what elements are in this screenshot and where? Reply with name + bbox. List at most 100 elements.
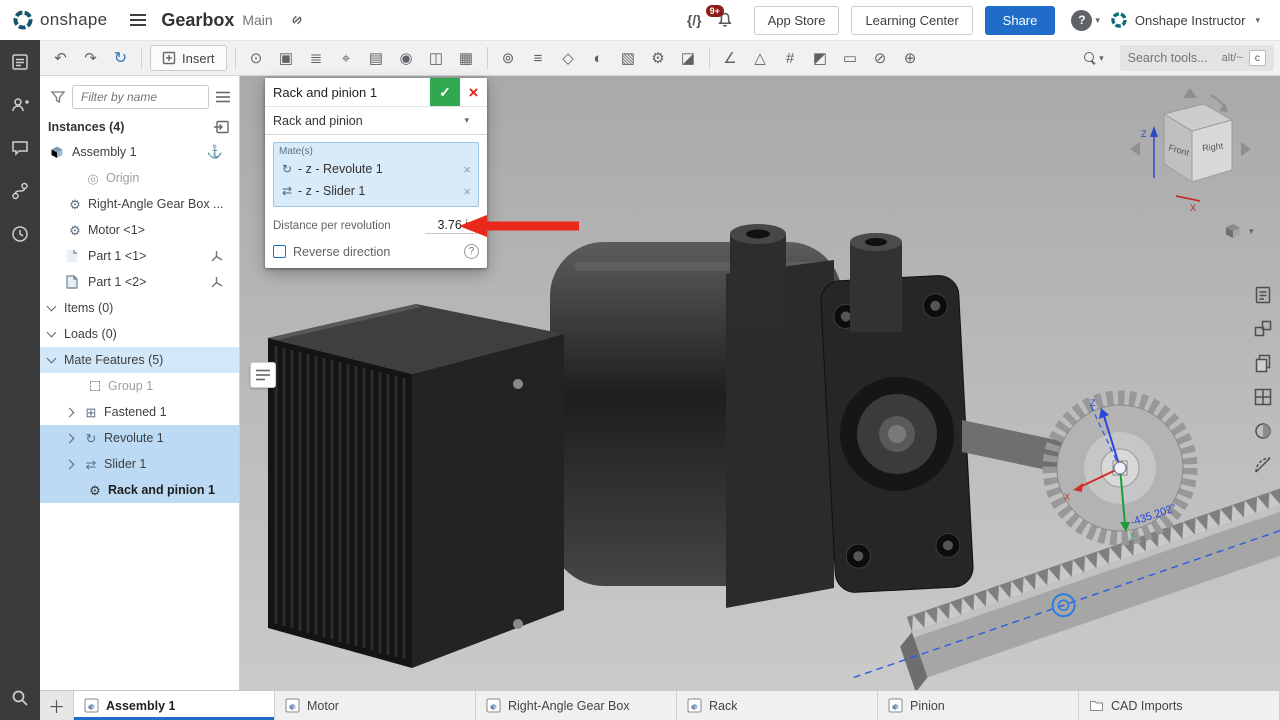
share-button[interactable]: Share bbox=[985, 6, 1056, 35]
view-cube[interactable]: Front Right Z X bbox=[1128, 86, 1253, 216]
dialog-help-icon[interactable]: ? bbox=[464, 244, 479, 259]
tree-row-motor[interactable]: ⚙ Motor <1> bbox=[40, 217, 239, 243]
tree-row-group-1[interactable]: Group 1 bbox=[40, 373, 239, 399]
redo-button[interactable]: ↷ bbox=[76, 44, 105, 72]
chevron-right-icon[interactable] bbox=[65, 459, 75, 469]
section-view-button[interactable]: ◪ bbox=[674, 44, 703, 72]
comments-icon[interactable] bbox=[8, 136, 32, 160]
document-panel-icon[interactable] bbox=[8, 50, 32, 74]
explode-button[interactable]: ⊚ bbox=[494, 44, 523, 72]
search-tools-input[interactable] bbox=[1128, 51, 1216, 65]
onshape-logo-icon[interactable] bbox=[12, 9, 34, 31]
mates-selection-box[interactable]: Mate(s) ↻ - z - Revolute 1 × ⇄ - z - Sli… bbox=[273, 142, 479, 207]
workspace-name[interactable]: Main bbox=[242, 12, 272, 28]
app-store-button[interactable]: App Store bbox=[754, 6, 840, 35]
group-button[interactable]: ▣ bbox=[272, 44, 301, 72]
search-tools-dropdown[interactable]: ▾ bbox=[1084, 44, 1114, 72]
tab-right-angle-gear-box[interactable]: Right-Angle Gear Box bbox=[476, 691, 677, 720]
configurations-button[interactable]: ⚙ bbox=[644, 44, 673, 72]
viewport-layout-icon[interactable] bbox=[1250, 384, 1276, 410]
chevron-down-icon[interactable] bbox=[47, 328, 57, 338]
insert-button[interactable]: Insert bbox=[150, 45, 227, 71]
features-flyout-button[interactable] bbox=[250, 362, 276, 388]
copy-view-icon[interactable] bbox=[1250, 350, 1276, 376]
mate-button[interactable]: ⊙ bbox=[242, 44, 271, 72]
account-menu[interactable]: Onshape Instructor ▾ bbox=[1110, 11, 1270, 29]
history-icon[interactable] bbox=[8, 222, 32, 246]
named-positions-button[interactable]: ◇ bbox=[554, 44, 583, 72]
mate-name-input[interactable] bbox=[265, 78, 430, 106]
frames-button[interactable]: # bbox=[776, 44, 805, 72]
tab-motor[interactable]: Motor bbox=[275, 691, 476, 720]
tab-cad-imports[interactable]: CAD Imports bbox=[1079, 691, 1280, 720]
drawing-button[interactable]: ▭ bbox=[836, 44, 865, 72]
bom-button[interactable]: ≡ bbox=[524, 44, 553, 72]
view-mode-dropdown[interactable]: ▾ bbox=[1224, 222, 1264, 240]
hole-button[interactable]: ⊘ bbox=[866, 44, 895, 72]
circular-pattern-button[interactable]: ◉ bbox=[392, 44, 421, 72]
tab-pinion[interactable]: Pinion bbox=[878, 691, 1079, 720]
section-mate-features[interactable]: Mate Features (5) bbox=[40, 347, 239, 373]
filter-input[interactable] bbox=[72, 85, 209, 109]
notifications-button[interactable]: 9+ bbox=[716, 11, 734, 29]
add-tab-button[interactable]: ＋ bbox=[40, 691, 74, 720]
tree-row-part-1-1[interactable]: Part 1 <1> bbox=[40, 243, 239, 269]
reverse-direction-checkbox[interactable] bbox=[273, 245, 286, 258]
section-items[interactable]: Items (0) bbox=[40, 295, 239, 321]
tree-row-fastened-1[interactable]: ⊞ Fastened 1 bbox=[40, 399, 239, 425]
bom-panel-icon[interactable] bbox=[1250, 282, 1276, 308]
chevron-down-icon[interactable] bbox=[47, 354, 57, 364]
help-caret-icon[interactable]: ▾ bbox=[1095, 15, 1100, 26]
mass-properties-button[interactable]: △ bbox=[746, 44, 775, 72]
motor-body[interactable] bbox=[268, 304, 564, 668]
tree-row-origin[interactable]: ◎ Origin bbox=[40, 165, 239, 191]
appearance-panel-icon[interactable] bbox=[1250, 418, 1276, 444]
chevron-right-icon[interactable] bbox=[65, 407, 75, 417]
undo-button[interactable]: ↶ bbox=[46, 44, 75, 72]
tree-label: Motor <1> bbox=[88, 223, 145, 237]
main-menu-icon[interactable] bbox=[129, 12, 147, 28]
mate-row-slider[interactable]: ⇄ - z - Slider 1 × bbox=[279, 180, 473, 202]
tree-row-part-1-2[interactable]: Part 1 <2> bbox=[40, 269, 239, 295]
tab-assembly-1[interactable]: Assembly 1 bbox=[74, 691, 275, 720]
follow-mode-icon[interactable] bbox=[8, 93, 32, 117]
mirror-button[interactable]: ◫ bbox=[422, 44, 451, 72]
chevron-down-icon[interactable] bbox=[47, 302, 57, 312]
tree-row-slider-1[interactable]: ⇄ Slider 1 bbox=[40, 451, 239, 477]
list-view-icon[interactable] bbox=[215, 90, 231, 104]
cancel-button[interactable]: × bbox=[460, 78, 487, 106]
mate-relations-button[interactable]: ≣ bbox=[302, 44, 331, 72]
tree-row-revolute-1[interactable]: ↻ Revolute 1 bbox=[40, 425, 239, 451]
versions-icon[interactable] bbox=[8, 179, 32, 203]
appearance-button[interactable]: ▧ bbox=[614, 44, 643, 72]
learning-center-button[interactable]: Learning Center bbox=[851, 6, 972, 35]
measure-button[interactable]: ∠ bbox=[716, 44, 745, 72]
distance-per-revolution-input[interactable] bbox=[425, 217, 477, 234]
transfer-in-icon[interactable] bbox=[213, 120, 229, 134]
section-loads[interactable]: Loads (0) bbox=[40, 321, 239, 347]
tab-rack[interactable]: Rack bbox=[677, 691, 878, 720]
tree-row-rack-and-pinion-1[interactable]: ⚙ Rack and pinion 1 bbox=[40, 477, 239, 503]
help-button[interactable]: ? bbox=[1071, 10, 1092, 31]
share-link-icon[interactable] bbox=[289, 12, 305, 28]
display-states-button[interactable]: ◐ bbox=[584, 44, 613, 72]
chevron-right-icon[interactable] bbox=[65, 433, 75, 443]
search-tools-box[interactable]: alt/~ c bbox=[1120, 45, 1274, 71]
tree-row-assembly-1[interactable]: Assembly 1 ⚓ bbox=[40, 139, 239, 165]
measure-panel-icon[interactable] bbox=[1250, 452, 1276, 478]
accept-button[interactable]: ✓ bbox=[430, 78, 460, 106]
mate-type-dropdown[interactable]: Rack and pinion ▾ bbox=[265, 107, 487, 135]
transform-button[interactable]: ⊕ bbox=[896, 44, 925, 72]
replicate-button[interactable]: ▦ bbox=[452, 44, 481, 72]
search-icon[interactable] bbox=[8, 686, 32, 710]
snap-mode-button[interactable]: ⌖ bbox=[332, 44, 361, 72]
remove-mate-icon[interactable]: × bbox=[461, 184, 473, 199]
exploded-views-icon[interactable] bbox=[1250, 316, 1276, 342]
mate-row-revolute[interactable]: ↻ - z - Revolute 1 × bbox=[279, 158, 473, 180]
update-button[interactable]: ↻ bbox=[106, 44, 135, 72]
linear-pattern-button[interactable]: ▤ bbox=[362, 44, 391, 72]
remove-mate-icon[interactable]: × bbox=[461, 162, 473, 177]
sheet-metal-button[interactable]: ◩ bbox=[806, 44, 835, 72]
featurescript-icon[interactable]: {/} bbox=[687, 12, 702, 28]
tree-row-right-angle-gear-box[interactable]: ⚙ Right-Angle Gear Box ... bbox=[40, 191, 239, 217]
